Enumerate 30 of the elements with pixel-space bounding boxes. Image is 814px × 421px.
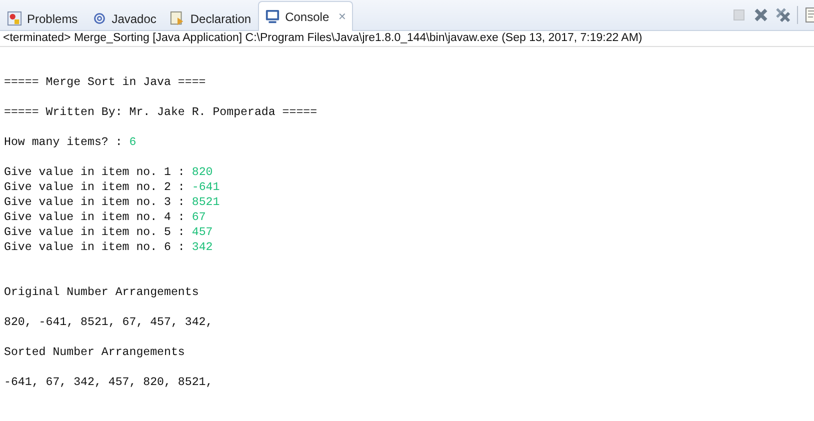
tab[interactable]: Problems	[0, 5, 85, 31]
remove-all-icon[interactable]	[775, 7, 791, 23]
console-output: How many items? :	[4, 136, 124, 149]
declaration-icon	[170, 11, 186, 26]
user-input-text: 342	[192, 241, 213, 254]
console-output: Give value in item no. 4 :	[4, 211, 186, 224]
console-output: Give value in item no. 2 :	[4, 181, 186, 194]
console-output: ===== Merge Sort in Java ====	[4, 76, 206, 89]
process-status: <terminated> Merge_Sorting [Java Application] C:\Program Files\Java\jre1.8.0_144\bin\javaw.exe (Sep 13, 2017, 7:19:22 AM)	[0, 31, 814, 47]
monitor-icon	[265, 9, 280, 24]
console-output: Give value in item no. 5 :	[4, 226, 186, 239]
console-output: -641, 67, 342, 457, 820, 8521,	[4, 376, 213, 389]
console-output: 820, -641, 8521, 67, 457, 342,	[4, 316, 213, 329]
user-input-text: 6	[129, 136, 136, 149]
tab[interactable]: Javadoc	[84, 5, 164, 31]
user-input-text: 8521	[192, 196, 220, 209]
remove-icon[interactable]	[753, 7, 769, 23]
problems-icon	[7, 11, 22, 26]
console-output: Sorted Number Arrangements	[4, 346, 185, 359]
user-input-text: 67	[192, 211, 206, 224]
console-output: Give value in item no. 3 :	[4, 196, 186, 209]
user-input-text: 820	[192, 166, 213, 179]
tab[interactable]: Console ✕	[258, 1, 354, 31]
console-output: Give value in item no. 6 :	[4, 241, 186, 254]
console-output: ===== Written By: Mr. Jake R. Pomperada =====	[4, 106, 318, 119]
console-output: Original Number Arrangements	[4, 286, 199, 299]
tab[interactable]: Declaration	[163, 5, 258, 31]
user-input-text: 457	[192, 226, 213, 239]
console-output: Give value in item no. 1 :	[4, 166, 186, 179]
user-input-text: -641	[192, 181, 220, 194]
